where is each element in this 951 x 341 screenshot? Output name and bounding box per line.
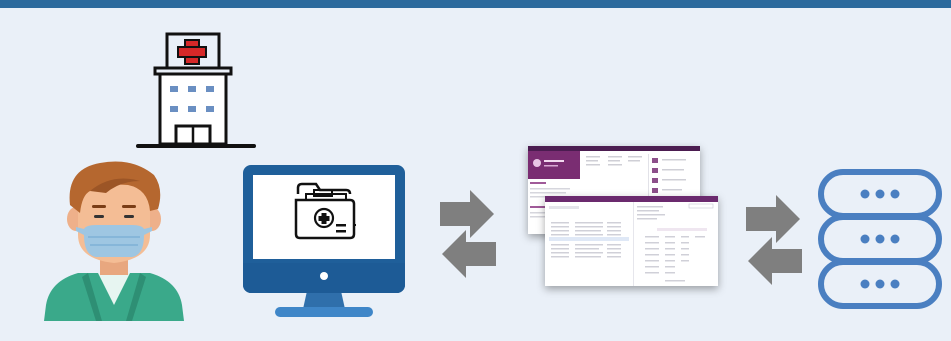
- masked-patient-icon: [36, 155, 192, 321]
- app-window-front: [545, 196, 718, 286]
- bidirectional-sync-arrows-icon: [742, 193, 806, 291]
- medical-record-folder-icon: [292, 180, 358, 242]
- app-patient-banner: [528, 151, 580, 179]
- hospital-building-icon: [130, 30, 256, 152]
- bidirectional-sync-arrows-icon: [436, 188, 500, 280]
- diagram-canvas: [0, 0, 951, 341]
- header-bar: [0, 0, 951, 8]
- app-results-table: [545, 202, 714, 286]
- database-server-icon: [817, 168, 943, 310]
